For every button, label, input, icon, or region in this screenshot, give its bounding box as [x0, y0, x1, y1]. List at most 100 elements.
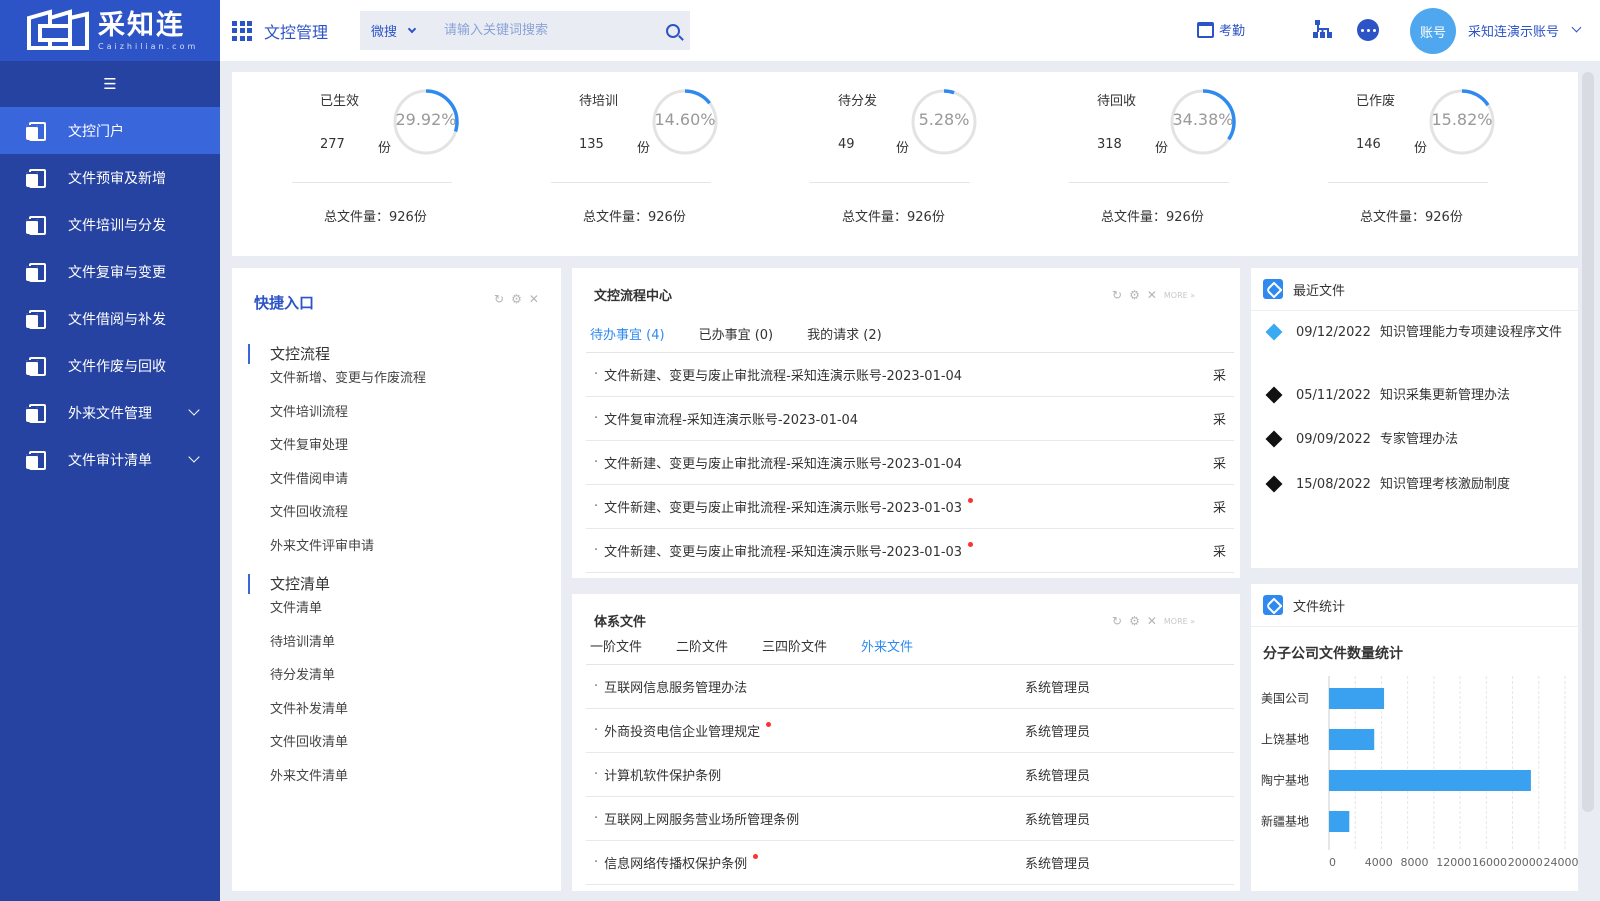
quick-link[interactable]: 文件补发清单	[248, 699, 348, 733]
quick-link[interactable]: 待分发清单	[248, 665, 348, 699]
list-item[interactable]: · 文件新建、变更与废止审批流程-采知连演示账号-2023-01-04 采	[586, 441, 1234, 485]
stat-total: 总文件量：926份	[1360, 210, 1463, 225]
gear-icon[interactable]: ⚙	[1129, 288, 1140, 302]
quick-link[interactable]: 待培训清单	[248, 632, 348, 666]
tab[interactable]: 一阶文件	[590, 636, 642, 660]
sidebar-item[interactable]: 文件复审与变更	[0, 248, 220, 295]
attendance-button[interactable]: 考勤	[1197, 20, 1245, 39]
list-item[interactable]: · 互联网上网服务营业场所管理条例 系统管理员	[586, 797, 1234, 841]
sidebar-item[interactable]: 文件培训与分发	[0, 201, 220, 248]
recent-file-item[interactable]: 09/12/2022 知识管理能力专项建设程序文件	[1265, 322, 1565, 343]
collapse-menu-button[interactable]: ☰	[0, 61, 220, 107]
list-item[interactable]: · 外商投资电信企业管理规定 系统管理员	[586, 709, 1234, 753]
quick-link[interactable]: 文件清单	[248, 598, 348, 632]
refresh-icon[interactable]: ↻	[1112, 614, 1122, 628]
quick-link[interactable]: 文件培训流程	[248, 402, 426, 436]
stat-percent: 15.82%	[1431, 110, 1493, 129]
quick-link[interactable]: 文件回收清单	[248, 732, 348, 766]
flow-item-initiator: 采	[1213, 501, 1227, 516]
tab[interactable]: 已办事宜 (0)	[699, 324, 774, 348]
quick-link[interactable]: 文件回收流程	[248, 502, 426, 536]
close-icon[interactable]: ✕	[1147, 614, 1157, 628]
document-owner: 系统管理员	[1025, 725, 1091, 740]
recent-file-date: 05/11/2022	[1296, 388, 1371, 403]
stat-unit: 份	[637, 141, 651, 156]
tab[interactable]: 三四阶文件	[762, 636, 827, 660]
recent-file-item[interactable]: 05/11/2022 知识采集更新管理办法	[1265, 385, 1565, 406]
recent-file-item[interactable]: 09/09/2022 专家管理办法	[1265, 429, 1565, 450]
gear-icon[interactable]: ⚙	[511, 292, 522, 306]
bar-0[interactable]	[1329, 688, 1385, 709]
quick-group: 文控流程 文件新增、变更与作废流程 文件培训流程 文件复审处理 文件借阅申请 文件回收流程…	[248, 344, 426, 569]
tab[interactable]: 外来文件	[861, 636, 913, 660]
stat-total: 总文件量：926份	[1101, 210, 1204, 225]
calendar-icon	[1197, 21, 1214, 38]
sidebar-item-label: 文件培训与分发	[68, 217, 166, 234]
logo[interactable]: 采知连 Caizhilian.com	[0, 0, 220, 61]
recent-file-title: 专家管理办法	[1380, 432, 1459, 447]
sidebar-item[interactable]: 文件审计清单	[0, 436, 220, 483]
user-menu-chevron-icon[interactable]	[1571, 22, 1582, 33]
chevron-down-icon	[188, 404, 200, 416]
recent-file-item[interactable]: 15/08/2022 知识管理考核激励制度	[1265, 474, 1565, 495]
quick-link[interactable]: 文件借阅申请	[248, 469, 426, 503]
apps-grid-icon[interactable]	[232, 20, 252, 41]
list-item[interactable]: · 计算机软件保护条例 系统管理员	[586, 753, 1234, 797]
tab[interactable]: 我的请求 (2)	[807, 324, 882, 348]
sidebar-item[interactable]: 文控门户	[0, 107, 220, 154]
quick-link[interactable]: 文件复审处理	[248, 435, 426, 469]
sidebar-item[interactable]: 外来文件管理	[0, 389, 220, 436]
top-header: 文控管理 微搜 考勤 账号 采知连演示账号	[220, 0, 1600, 61]
bar-3[interactable]	[1329, 811, 1350, 832]
stat-total: 总文件量：926份	[324, 210, 427, 225]
stat-percent: 29.92%	[395, 110, 457, 129]
search-scope-select[interactable]: 微搜	[360, 21, 432, 40]
list-item[interactable]: · 文件新建、变更与废止审批流程-采知连演示账号-2023-01-03 采	[586, 485, 1234, 529]
list-item[interactable]: · 文件复审流程-采知连演示账号-2023-01-04 采	[586, 397, 1234, 441]
system-docs-title: 体系文件	[594, 615, 647, 630]
search-icon[interactable]	[666, 23, 680, 38]
stat-total: 总文件量：926份	[842, 210, 945, 225]
tick-label: 12000	[1436, 856, 1471, 869]
document-icon	[26, 309, 46, 329]
tick-label: 20000	[1508, 856, 1543, 869]
stat-label: 已作废	[1356, 94, 1396, 109]
user-name[interactable]: 采知连演示账号	[1468, 21, 1559, 40]
attendance-label: 考勤	[1219, 24, 1246, 39]
stat-percent: 5.28%	[918, 110, 970, 129]
stat-total: 总文件量：926份	[583, 210, 686, 225]
close-icon[interactable]: ✕	[1147, 288, 1157, 302]
quick-link[interactable]: 外来文件清单	[248, 766, 348, 800]
bar-1[interactable]	[1329, 729, 1375, 750]
more-icon[interactable]	[1357, 19, 1379, 41]
sidebar-item[interactable]: 文件借阅与补发	[0, 295, 220, 342]
tab[interactable]: 待办事宜 (4)	[590, 324, 665, 348]
document-title: 互联网信息服务管理办法	[604, 681, 748, 696]
avatar[interactable]: 账号	[1410, 8, 1456, 54]
document-icon	[26, 356, 46, 376]
logo-subtitle: Caizhilian.com	[98, 41, 199, 51]
bar-2[interactable]	[1329, 770, 1531, 791]
gear-icon[interactable]: ⚙	[1129, 614, 1140, 628]
sidebar-item[interactable]: 文件预审及新增	[0, 154, 220, 201]
diamond-icon	[1265, 323, 1283, 341]
more-link[interactable]: MORE »	[1164, 617, 1195, 626]
tab[interactable]: 二阶文件	[676, 636, 728, 660]
search-input[interactable]	[444, 11, 662, 50]
flow-item-title: 文件新建、变更与废止审批流程-采知连演示账号-2023-01-03	[604, 545, 963, 560]
list-item[interactable]: · 信息网络传播权保护条例 系统管理员	[586, 841, 1234, 885]
tag-icon	[1263, 279, 1283, 299]
sidebar-item[interactable]: 文件作废与回收	[0, 342, 220, 389]
list-item[interactable]: · 互联网信息服务管理办法 系统管理员	[586, 665, 1234, 709]
more-link[interactable]: MORE »	[1164, 291, 1195, 300]
org-chart-icon[interactable]	[1313, 20, 1333, 38]
list-item[interactable]: · 文件新建、变更与废止审批流程-采知连演示账号-2023-01-03 采	[586, 529, 1234, 573]
flow-tabs: 待办事宜 (4) 已办事宜 (0) 我的请求 (2)	[590, 324, 916, 348]
page-scrollbar[interactable]	[1582, 72, 1594, 812]
quick-link[interactable]: 文件新增、变更与作废流程	[248, 368, 426, 402]
close-icon[interactable]: ✕	[529, 292, 539, 306]
refresh-icon[interactable]: ↻	[1112, 288, 1122, 302]
refresh-icon[interactable]: ↻	[494, 292, 504, 306]
quick-link[interactable]: 外来文件评审申请	[248, 536, 426, 570]
list-item[interactable]: · 文件新建、变更与废止审批流程-采知连演示账号-2023-01-04 采	[586, 353, 1234, 397]
